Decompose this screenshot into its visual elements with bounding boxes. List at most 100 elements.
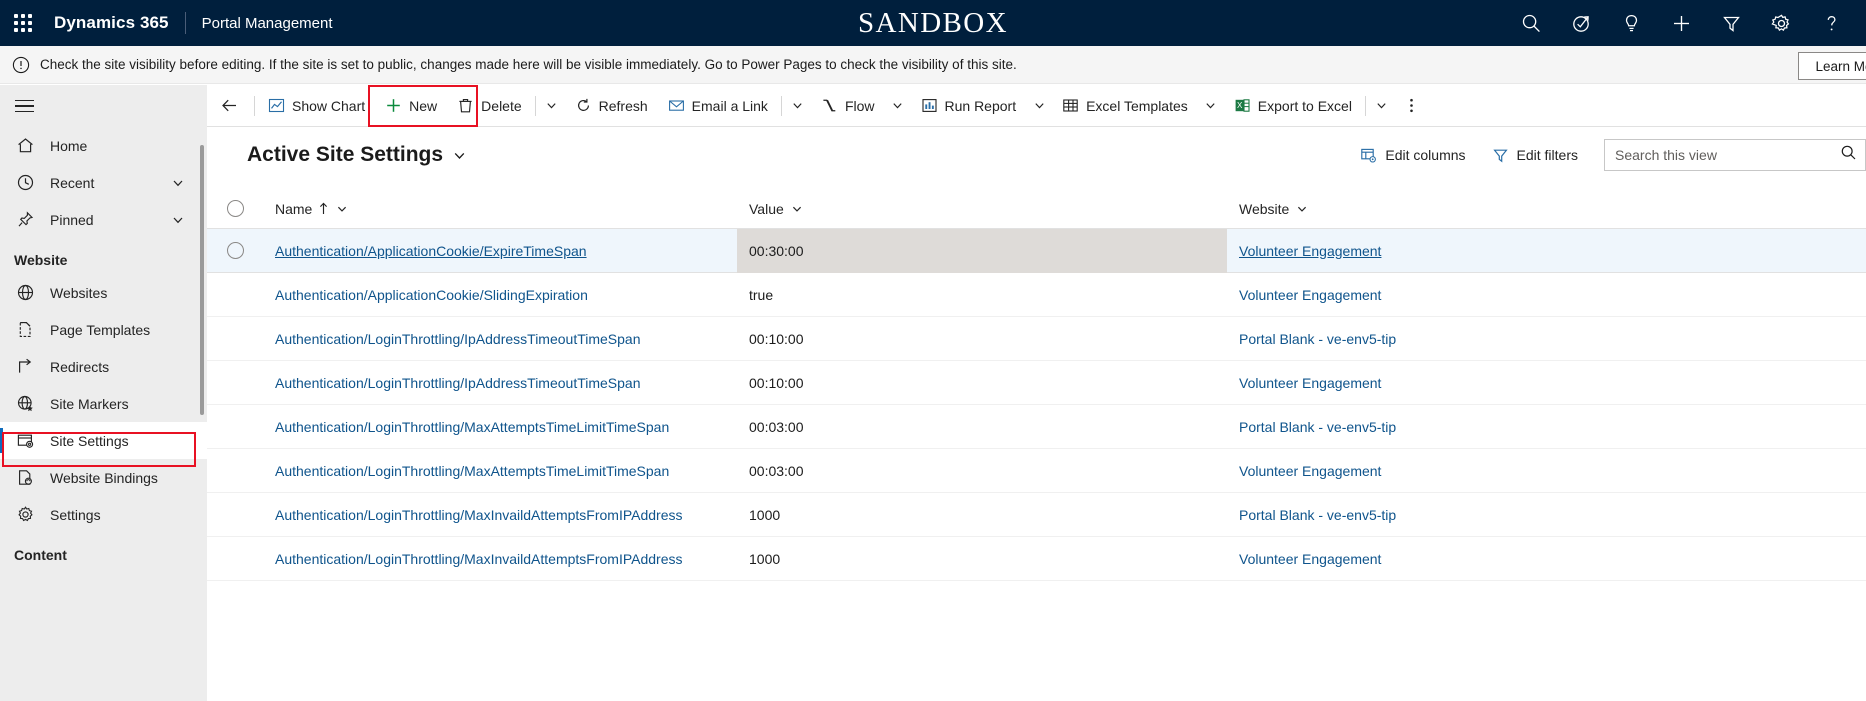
back-icon[interactable]	[207, 85, 251, 127]
website-link[interactable]: Volunteer Engagement	[1239, 463, 1381, 479]
sidebar-item-site-markers[interactable]: Site Markers	[0, 385, 207, 422]
column-header-name[interactable]: Name	[263, 189, 737, 229]
new-button[interactable]: New	[375, 85, 447, 127]
cell-website[interactable]: Portal Blank - ve-env5-tip	[1227, 493, 1866, 537]
export-chevron-down-icon[interactable]	[1369, 85, 1395, 127]
cell-name[interactable]: Authentication/LoginThrottling/MaxInvail…	[263, 493, 737, 537]
excel-templates-chevron-down-icon[interactable]	[1198, 85, 1224, 127]
email-a-link-button[interactable]: Email a Link	[658, 85, 778, 127]
gear-icon[interactable]	[1756, 0, 1806, 46]
table-row[interactable]: Authentication/ApplicationCookie/Sliding…	[207, 273, 1866, 317]
cell-website[interactable]: Volunteer Engagement	[1227, 361, 1866, 405]
sidebar-item-home[interactable]: Home	[0, 127, 207, 164]
sidebar-item-pinned[interactable]: Pinned	[0, 201, 207, 238]
column-menu-chevron-down-icon[interactable]	[1296, 203, 1308, 215]
cell-name[interactable]: Authentication/LoginThrottling/MaxAttemp…	[263, 449, 737, 493]
app-name[interactable]: Portal Management	[202, 15, 333, 32]
website-link[interactable]: Volunteer Engagement	[1239, 243, 1381, 259]
search-icon[interactable]	[1506, 0, 1556, 46]
export-to-excel-button[interactable]: X Export to Excel	[1224, 85, 1362, 127]
sidebar-toggle-icon[interactable]	[0, 85, 48, 127]
plus-icon[interactable]	[1656, 0, 1706, 46]
cell-value[interactable]: 00:03:00	[737, 405, 1227, 449]
chevron-down-icon[interactable]	[171, 176, 185, 190]
record-link[interactable]: Authentication/LoginThrottling/MaxInvail…	[275, 551, 683, 567]
column-menu-chevron-down-icon[interactable]	[791, 203, 803, 215]
cell-name[interactable]: Authentication/LoginThrottling/IpAddress…	[263, 361, 737, 405]
website-link[interactable]: Volunteer Engagement	[1239, 375, 1381, 391]
record-link[interactable]: Authentication/ApplicationCookie/Sliding…	[275, 287, 588, 303]
lightbulb-icon[interactable]	[1606, 0, 1656, 46]
cell-value[interactable]: 00:30:00	[737, 228, 1227, 273]
sidebar-item-site-settings[interactable]: Site Settings	[0, 422, 207, 459]
sidebar-item-recent[interactable]: Recent	[0, 164, 207, 201]
more-commands-icon[interactable]	[1395, 85, 1429, 127]
app-launcher-icon[interactable]	[0, 0, 46, 46]
website-link[interactable]: Portal Blank - ve-env5-tip	[1239, 419, 1396, 435]
table-row[interactable]: Authentication/LoginThrottling/MaxAttemp…	[207, 449, 1866, 493]
table-row[interactable]: Authentication/LoginThrottling/MaxInvail…	[207, 537, 1866, 581]
select-all-checkbox[interactable]	[226, 200, 244, 217]
show-chart-button[interactable]: Show Chart	[258, 85, 375, 127]
sidebar-item-page-templates[interactable]: Page Templates	[0, 311, 207, 348]
view-selector-chevron-down-icon[interactable]	[452, 148, 467, 163]
edit-filters-button[interactable]: Edit filters	[1492, 147, 1578, 164]
cell-name[interactable]: Authentication/ApplicationCookie/Sliding…	[263, 273, 737, 317]
sidebar-item-website-bindings[interactable]: Website Bindings	[0, 459, 207, 496]
cell-website[interactable]: Portal Blank - ve-env5-tip	[1227, 317, 1866, 361]
refresh-button[interactable]: Refresh	[565, 85, 658, 127]
table-row[interactable]: Authentication/LoginThrottling/IpAddress…	[207, 361, 1866, 405]
cell-name[interactable]: Authentication/ApplicationCookie/ExpireT…	[263, 229, 737, 273]
website-link[interactable]: Portal Blank - ve-env5-tip	[1239, 331, 1396, 347]
cell-value[interactable]: 00:10:00	[737, 361, 1227, 405]
email-chevron-down-icon[interactable]	[785, 85, 811, 127]
cell-value[interactable]: 00:03:00	[737, 449, 1227, 493]
record-link[interactable]: Authentication/LoginThrottling/IpAddress…	[275, 375, 641, 391]
sidebar-item-redirects[interactable]: Redirects	[0, 348, 207, 385]
delete-chevron-down-icon[interactable]	[539, 85, 565, 127]
filter-icon[interactable]	[1706, 0, 1756, 46]
record-link[interactable]: Authentication/ApplicationCookie/ExpireT…	[275, 243, 587, 259]
table-row[interactable]: Authentication/LoginThrottling/MaxInvail…	[207, 493, 1866, 537]
website-link[interactable]: Volunteer Engagement	[1239, 287, 1381, 303]
cell-value[interactable]: 00:10:00	[737, 317, 1227, 361]
record-link[interactable]: Authentication/LoginThrottling/IpAddress…	[275, 331, 641, 347]
column-header-website[interactable]: Website	[1227, 189, 1866, 229]
select-all-cell[interactable]	[207, 200, 263, 217]
delete-button[interactable]: Delete	[447, 85, 531, 127]
column-header-value[interactable]: Value	[737, 189, 1227, 229]
cell-name[interactable]: Authentication/LoginThrottling/MaxAttemp…	[263, 405, 737, 449]
record-link[interactable]: Authentication/LoginThrottling/MaxInvail…	[275, 507, 683, 523]
excel-templates-button[interactable]: Excel Templates	[1052, 85, 1198, 127]
website-link[interactable]: Volunteer Engagement	[1239, 551, 1381, 567]
column-menu-chevron-down-icon[interactable]	[336, 203, 348, 215]
chevron-down-icon[interactable]	[171, 213, 185, 227]
cell-name[interactable]: Authentication/LoginThrottling/IpAddress…	[263, 317, 737, 361]
cell-website[interactable]: Volunteer Engagement	[1227, 537, 1866, 581]
cell-website[interactable]: Volunteer Engagement	[1227, 273, 1866, 317]
brand-title[interactable]: Dynamics 365	[54, 13, 169, 33]
cell-value[interactable]: 1000	[737, 493, 1227, 537]
search-view-box[interactable]	[1604, 139, 1866, 171]
run-report-button[interactable]: Run Report	[911, 85, 1027, 127]
edit-columns-button[interactable]: Edit columns	[1360, 147, 1466, 164]
record-link[interactable]: Authentication/LoginThrottling/MaxAttemp…	[275, 419, 669, 435]
sidebar-scrollbar[interactable]	[200, 145, 204, 415]
run-report-chevron-down-icon[interactable]	[1026, 85, 1052, 127]
learn-more-button[interactable]: Learn More	[1798, 52, 1866, 80]
cell-website[interactable]: Portal Blank - ve-env5-tip	[1227, 405, 1866, 449]
cell-value[interactable]: true	[737, 273, 1227, 317]
flow-button[interactable]: Flow	[811, 85, 885, 127]
row-select-cell[interactable]	[207, 242, 263, 259]
sidebar-item-settings[interactable]: Settings	[0, 496, 207, 533]
table-row[interactable]: Authentication/ApplicationCookie/ExpireT…	[207, 228, 1866, 273]
search-input[interactable]	[1615, 147, 1840, 163]
cell-name[interactable]: Authentication/LoginThrottling/MaxInvail…	[263, 537, 737, 581]
diagnostics-icon[interactable]	[1556, 0, 1606, 46]
cell-website[interactable]: Volunteer Engagement	[1227, 449, 1866, 493]
cell-website[interactable]: Volunteer Engagement	[1227, 229, 1866, 273]
search-icon[interactable]	[1840, 144, 1857, 166]
sidebar-item-websites[interactable]: Websites	[0, 274, 207, 311]
row-checkbox[interactable]	[226, 242, 244, 259]
table-row[interactable]: Authentication/LoginThrottling/IpAddress…	[207, 317, 1866, 361]
